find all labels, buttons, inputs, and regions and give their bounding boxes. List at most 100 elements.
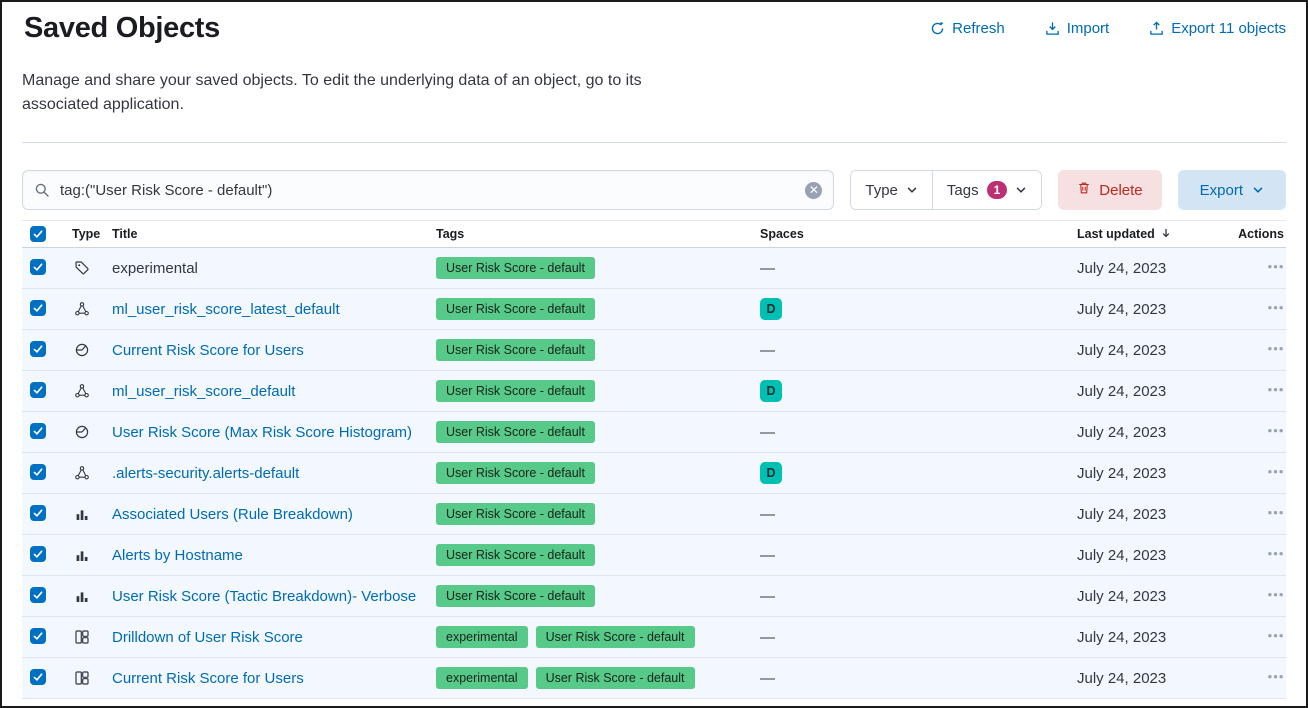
no-space-dash: — [760, 260, 775, 277]
row-actions-button[interactable] [1267, 545, 1284, 562]
refresh-button[interactable]: Refresh [930, 20, 1005, 37]
row-actions-button[interactable] [1267, 463, 1284, 480]
row-checkbox[interactable] [30, 423, 46, 439]
tag-badge: User Risk Score - default [436, 257, 595, 279]
no-space-dash: — [760, 547, 775, 564]
select-all-checkbox[interactable] [30, 226, 46, 242]
object-title-link[interactable]: ml_user_risk_score_default [112, 383, 295, 400]
import-label: Import [1067, 20, 1110, 37]
filter-group: Type Tags 1 [850, 170, 1042, 210]
tags-cell: User Risk Score - default [436, 257, 760, 279]
row-actions-button[interactable] [1267, 258, 1284, 275]
row-actions-button[interactable] [1267, 668, 1284, 685]
search-icon [34, 182, 50, 198]
saved-objects-table: Type Title Tags Spaces Last updated Acti… [22, 220, 1286, 699]
export-all-label: Export 11 objects [1171, 20, 1286, 37]
object-title-link[interactable]: ml_user_risk_score_latest_default [112, 301, 340, 318]
table-row: Alerts by Hostname User Risk Score - def… [22, 535, 1286, 576]
row-actions-button[interactable] [1267, 340, 1284, 357]
bar-chart-icon [74, 506, 90, 522]
row-checkbox[interactable] [30, 341, 46, 357]
bar-chart-icon [74, 588, 90, 604]
row-actions-button[interactable] [1267, 422, 1284, 439]
clear-search-icon[interactable]: ✕ [805, 182, 822, 199]
spaces-cell: D [760, 298, 1077, 320]
tags-cell: experimentalUser Risk Score - default [436, 626, 760, 648]
import-button[interactable]: Import [1045, 20, 1110, 37]
column-header-type: Type [58, 227, 106, 241]
row-checkbox[interactable] [30, 259, 46, 275]
row-checkbox[interactable] [30, 587, 46, 603]
page-description: Manage and share your saved objects. To … [22, 69, 690, 117]
row-actions-button[interactable] [1267, 299, 1284, 316]
table-row: ml_user_risk_score_latest_default User R… [22, 289, 1286, 330]
tag-badge: User Risk Score - default [436, 462, 595, 484]
object-title-link[interactable]: User Risk Score (Max Risk Score Histogra… [112, 424, 412, 441]
last-updated-value: July 24, 2023 [1077, 260, 1247, 277]
object-title-link[interactable]: Current Risk Score for Users [112, 342, 304, 359]
space-badge: D [760, 380, 782, 402]
delete-button[interactable]: Delete [1058, 170, 1161, 210]
tag-badge: User Risk Score - default [536, 667, 695, 689]
tag-badge: User Risk Score - default [436, 585, 595, 607]
last-updated-value: July 24, 2023 [1077, 506, 1247, 523]
column-header-actions: Actions [1238, 227, 1286, 241]
object-title-link[interactable]: User Risk Score (Tactic Breakdown)- Verb… [112, 588, 416, 605]
delete-label: Delete [1099, 182, 1142, 199]
tags-cell: User Risk Score - default [436, 380, 760, 402]
spaces-cell: D [760, 380, 1077, 402]
last-updated-value: July 24, 2023 [1077, 547, 1247, 564]
tag-badge: User Risk Score - default [436, 544, 595, 566]
no-space-dash: — [760, 670, 775, 687]
tags-filter-label: Tags [947, 182, 979, 199]
spaces-cell: — [760, 629, 1077, 646]
tags-cell: User Risk Score - default [436, 503, 760, 525]
row-checkbox[interactable] [30, 464, 46, 480]
export-button[interactable]: Export [1178, 170, 1286, 210]
type-filter-button[interactable]: Type [851, 171, 932, 209]
tag-badge: User Risk Score - default [436, 298, 595, 320]
tags-cell: experimentalUser Risk Score - default [436, 667, 760, 689]
column-header-spaces: Spaces [760, 227, 1077, 241]
row-checkbox[interactable] [30, 669, 46, 685]
tags-cell: User Risk Score - default [436, 544, 760, 566]
tags-filter-button[interactable]: Tags 1 [932, 171, 1041, 209]
last-updated-value: July 24, 2023 [1077, 301, 1247, 318]
visualization-icon [74, 424, 90, 440]
last-updated-value: July 24, 2023 [1077, 588, 1247, 605]
no-space-dash: — [760, 588, 775, 605]
object-title-link[interactable]: Associated Users (Rule Breakdown) [112, 506, 353, 523]
search-box: ✕ [22, 170, 834, 210]
table-row: Associated Users (Rule Breakdown) User R… [22, 494, 1286, 535]
spaces-cell: — [760, 506, 1077, 523]
table-row: .alerts-security.alerts-default User Ris… [22, 453, 1286, 494]
object-title-link[interactable]: Current Risk Score for Users [112, 670, 304, 687]
row-actions-button[interactable] [1267, 586, 1284, 603]
import-icon [1045, 21, 1060, 36]
refresh-icon [930, 21, 945, 36]
object-title-link[interactable]: .alerts-security.alerts-default [112, 465, 299, 482]
tag-icon [74, 260, 90, 276]
row-checkbox[interactable] [30, 546, 46, 562]
tag-badge: User Risk Score - default [436, 503, 595, 525]
row-checkbox[interactable] [30, 300, 46, 316]
object-title: experimental [112, 260, 198, 277]
divider [22, 142, 1286, 143]
tags-cell: User Risk Score - default [436, 421, 760, 443]
object-title-link[interactable]: Alerts by Hostname [112, 547, 243, 564]
page-title: Saved Objects [24, 12, 220, 45]
last-updated-value: July 24, 2023 [1077, 342, 1247, 359]
search-input[interactable] [54, 182, 805, 199]
export-all-button[interactable]: Export 11 objects [1149, 20, 1286, 37]
no-space-dash: — [760, 342, 775, 359]
tags-cell: User Risk Score - default [436, 298, 760, 320]
object-title-link[interactable]: Drilldown of User Risk Score [112, 629, 303, 646]
row-checkbox[interactable] [30, 505, 46, 521]
row-checkbox[interactable] [30, 382, 46, 398]
column-header-last-updated[interactable]: Last updated [1077, 227, 1172, 242]
row-actions-button[interactable] [1267, 627, 1284, 644]
row-actions-button[interactable] [1267, 381, 1284, 398]
row-checkbox[interactable] [30, 628, 46, 644]
row-actions-button[interactable] [1267, 504, 1284, 521]
spaces-cell: — [760, 588, 1077, 605]
